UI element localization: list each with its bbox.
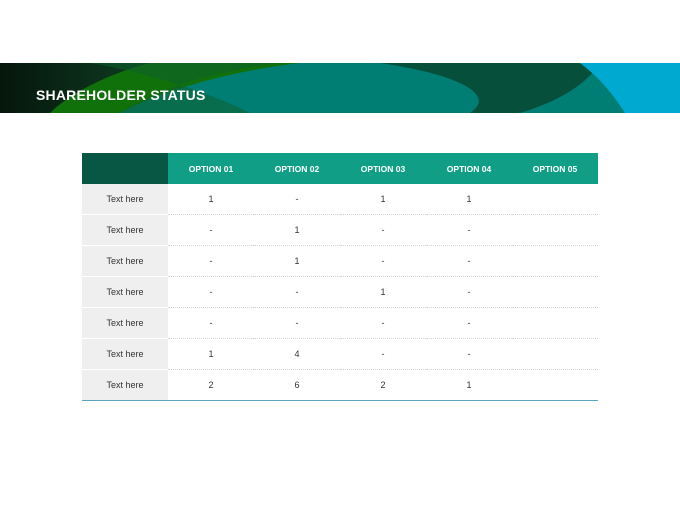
row-label: Text here — [82, 214, 168, 246]
table-cell: - — [426, 338, 512, 370]
table-row: Text here - 1 - - — [82, 214, 598, 246]
table-cell — [512, 338, 598, 370]
table-cell — [512, 184, 598, 215]
table-cell: 1 — [254, 245, 340, 277]
table-cell: - — [426, 214, 512, 246]
table-row: Text here - - 1 - — [82, 276, 598, 308]
table-cell: 1 — [426, 184, 512, 215]
column-header-option-01: OPTION 01 — [168, 153, 254, 184]
row-label: Text here — [82, 245, 168, 277]
table-cell: - — [340, 338, 426, 370]
table-cell: - — [340, 245, 426, 277]
table-cell — [512, 214, 598, 246]
column-header-option-03: OPTION 03 — [340, 153, 426, 184]
table-cell: - — [426, 245, 512, 277]
row-label: Text here — [82, 307, 168, 339]
table-cell: 2 — [340, 369, 426, 401]
table-cell: 1 — [426, 369, 512, 401]
table-cell: - — [426, 307, 512, 339]
row-label: Text here — [82, 184, 168, 215]
table-cell: 1 — [340, 184, 426, 215]
table-cell: - — [168, 276, 254, 308]
table-cell: 1 — [168, 338, 254, 370]
header-banner: SHAREHOLDER STATUS — [0, 63, 680, 113]
table-cell — [512, 307, 598, 339]
table-cell — [512, 276, 598, 308]
table-row: Text here 1 - 1 1 — [82, 184, 598, 215]
table-cell: 1 — [254, 214, 340, 246]
row-label: Text here — [82, 338, 168, 370]
table-header-row: OPTION 01 OPTION 02 OPTION 03 OPTION 04 … — [82, 153, 598, 184]
table-corner-cell — [82, 153, 168, 184]
page-title: SHAREHOLDER STATUS — [36, 87, 206, 103]
table-cell: 1 — [340, 276, 426, 308]
table-cell: - — [254, 276, 340, 308]
table-cell — [512, 245, 598, 277]
table-cell: - — [168, 307, 254, 339]
table-cell: - — [426, 276, 512, 308]
row-label: Text here — [82, 276, 168, 308]
table-cell: - — [254, 307, 340, 339]
table-cell: 6 — [254, 369, 340, 401]
table-row: Text here 2 6 2 1 — [82, 369, 598, 401]
row-label: Text here — [82, 369, 168, 401]
table-cell: - — [254, 184, 340, 215]
table-cell: 2 — [168, 369, 254, 401]
column-header-option-02: OPTION 02 — [254, 153, 340, 184]
table-row: Text here 1 4 - - — [82, 338, 598, 370]
table-cell: 1 — [168, 184, 254, 215]
table-cell: - — [168, 214, 254, 246]
column-header-option-04: OPTION 04 — [426, 153, 512, 184]
table-cell: - — [340, 214, 426, 246]
table-row: Text here - - - - — [82, 307, 598, 339]
table-cell: 4 — [254, 338, 340, 370]
shareholder-table: OPTION 01 OPTION 02 OPTION 03 OPTION 04 … — [82, 153, 598, 401]
table-cell: - — [340, 307, 426, 339]
column-header-option-05: OPTION 05 — [512, 153, 598, 184]
table-cell: - — [168, 245, 254, 277]
table-row: Text here - 1 - - — [82, 245, 598, 277]
table-cell — [512, 369, 598, 401]
